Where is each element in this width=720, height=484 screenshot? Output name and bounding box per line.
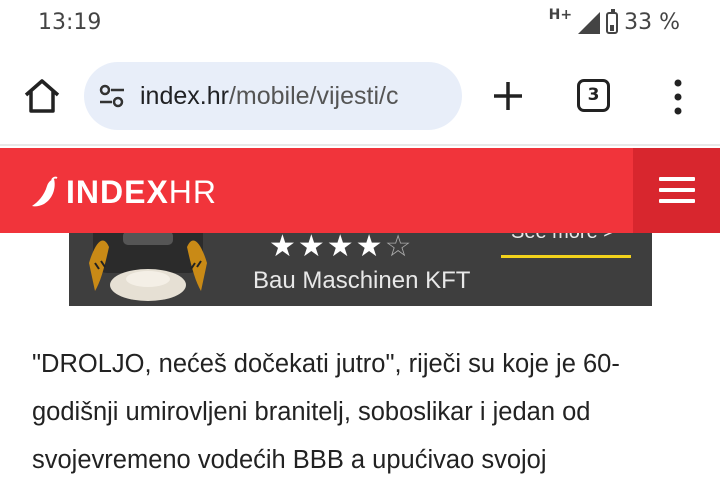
site-menu-button[interactable] [633, 148, 720, 233]
ad-see-more-link[interactable]: See more > [511, 233, 615, 244]
url-text[interactable]: index.hr/mobile/vijesti/c [140, 82, 398, 111]
signal-icon [578, 11, 601, 34]
logo-text-light: HR [168, 174, 218, 210]
ad-rating: ★★★★☆ [269, 233, 413, 264]
status-time: 13:19 [38, 10, 102, 35]
ad-banner[interactable]: ★★★★☆ Bau Maschinen KFT See more > [69, 233, 652, 306]
machinery-gear-icon [89, 233, 207, 301]
home-icon[interactable] [22, 78, 62, 114]
site-header: INDEXHR [0, 148, 720, 233]
url-domain: index.hr [140, 82, 229, 110]
ad-cta-underline [501, 255, 631, 258]
menu-bar-icon [659, 188, 695, 192]
new-tab-icon[interactable] [490, 78, 526, 114]
ad-company-name: Bau Maschinen KFT [253, 267, 471, 294]
url-path: /mobile/vijesti/c [228, 82, 399, 110]
site-logo[interactable]: INDEXHR [30, 174, 217, 211]
status-indicators: H+ 33 % [548, 6, 680, 36]
network-type: H+ [548, 6, 573, 23]
logo-text-bold: INDEX [66, 174, 169, 210]
rating-filled-stars: ★★★★ [269, 233, 385, 264]
battery-percent: 33 % [624, 10, 680, 35]
menu-bar-icon [659, 177, 695, 181]
menu-bar-icon [659, 199, 695, 203]
browser-toolbar: index.hr/mobile/vijesti/c 3 [0, 48, 720, 146]
address-bar[interactable]: index.hr/mobile/vijesti/c [84, 62, 462, 130]
chili-logo-icon [32, 176, 58, 206]
tab-switcher-button[interactable]: 3 [577, 79, 610, 112]
article-body: "DROLJO, nećeš dočekati jutro", riječi s… [32, 350, 620, 474]
more-menu-icon[interactable] [672, 78, 684, 116]
status-bar: 13:19 H+ 33 % [0, 0, 720, 48]
rating-empty-star: ☆ [384, 233, 414, 264]
site-settings-icon[interactable] [98, 84, 126, 108]
battery-icon [606, 8, 619, 34]
